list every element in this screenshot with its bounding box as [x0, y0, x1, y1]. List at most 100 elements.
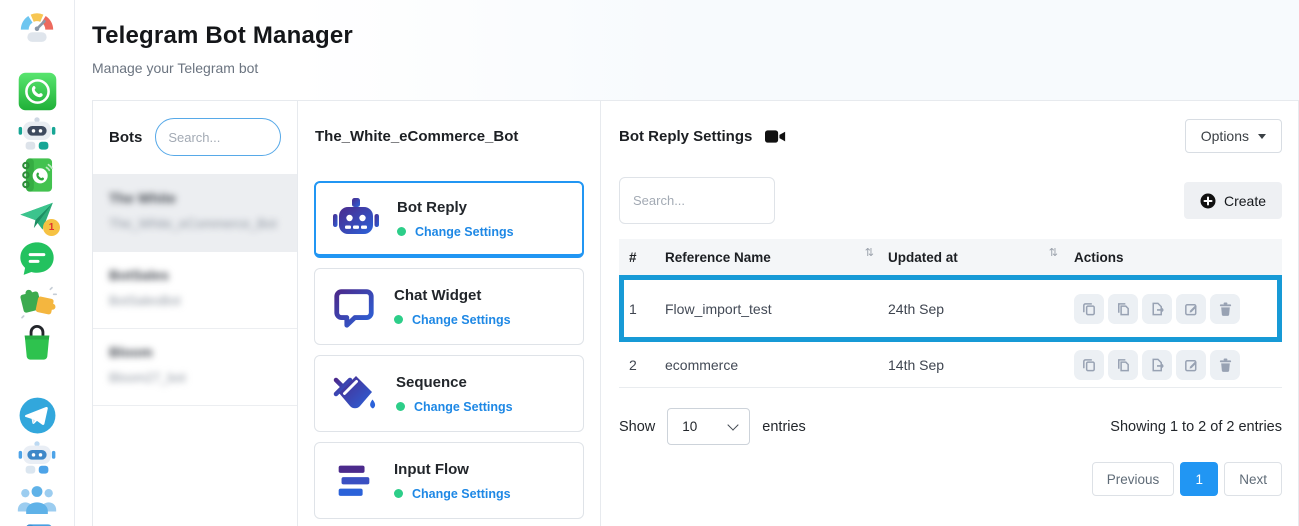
sidebar-item-team[interactable]: [15, 478, 59, 520]
bot-list-empty-area: [93, 405, 297, 526]
card-text: Input Flow Change Settings: [394, 461, 511, 501]
sidebar-item-whatsapp[interactable]: [15, 70, 59, 112]
card-input-flow[interactable]: Input Flow Change Settings: [314, 442, 584, 519]
delete-button[interactable]: [1210, 294, 1240, 324]
card-text: Bot Reply Change Settings: [397, 199, 514, 239]
bots-search-input[interactable]: [155, 118, 281, 156]
delete-button[interactable]: [1210, 350, 1240, 380]
robot-grey-icon: [16, 112, 58, 154]
chevron-down-icon: [1258, 134, 1266, 139]
previous-page-button[interactable]: Previous: [1092, 462, 1175, 496]
export-button[interactable]: [1142, 350, 1172, 380]
status-dot: [396, 402, 405, 411]
change-settings-link[interactable]: Change Settings: [412, 313, 511, 327]
updated-at: 14th Sep: [888, 357, 944, 373]
trash-icon: [1218, 357, 1233, 373]
video-camera-icon[interactable]: [765, 129, 786, 144]
copy-pages-icon: [1115, 357, 1131, 373]
table-search-input[interactable]: [619, 177, 775, 224]
bot-feature-panel: The_White_eCommerce_Bot: [298, 101, 601, 526]
sort-icon[interactable]: ⇅: [865, 246, 888, 259]
messages-icon: [17, 239, 57, 279]
bot-item-username: BotSalesBot: [109, 292, 281, 311]
sidebar-item-campaign[interactable]: 1: [15, 196, 59, 238]
sidebar-item-telegram[interactable]: [15, 394, 59, 436]
col-header-actions: Actions: [1072, 250, 1272, 265]
bot-item-title: The White: [109, 190, 281, 206]
change-settings-link[interactable]: Change Settings: [415, 225, 514, 239]
sidebar-item-phonebook-blue[interactable]: [15, 520, 59, 526]
robot-blue-icon: [16, 436, 58, 478]
table-row[interactable]: 2 ecommerce 14th Sep: [619, 342, 1282, 388]
table-row-highlighted[interactable]: 1 Flow_import_test 24th Sep: [619, 275, 1282, 342]
create-label: Create: [1224, 193, 1266, 209]
chat-widget-icon: [331, 284, 377, 330]
selected-bot-name: The_White_eCommerce_Bot: [315, 128, 584, 145]
duplicate-button[interactable]: [1074, 294, 1104, 324]
sequence-icon: [331, 370, 379, 418]
sidebar-item-integrations[interactable]: [15, 280, 59, 322]
card-label: Sequence: [396, 374, 513, 391]
page-header: Telegram Bot Manager Manage your Telegra…: [75, 0, 1299, 100]
app-window: 1: [0, 0, 1299, 526]
duplicate-button[interactable]: [1074, 350, 1104, 380]
change-settings-link[interactable]: Change Settings: [412, 487, 511, 501]
sort-icon[interactable]: ⇅: [1049, 246, 1072, 259]
card-chat-widget[interactable]: Chat Widget Change Settings: [314, 268, 584, 345]
showing-entries-text: Showing 1 to 2 of 2 entries: [1110, 419, 1282, 435]
trash-icon: [1218, 301, 1233, 317]
copy-pages-icon: [1115, 301, 1131, 317]
bot-reply-icon: [332, 195, 380, 243]
col-header-reference[interactable]: Reference Name: [665, 250, 771, 265]
settings-title: Bot Reply Settings: [619, 128, 752, 145]
col-header-num: #: [629, 250, 665, 265]
duplicate-icon: [1081, 357, 1097, 373]
card-label: Bot Reply: [397, 199, 514, 216]
row-actions: [1072, 294, 1272, 324]
export-button[interactable]: [1142, 294, 1172, 324]
page-size-select[interactable]: 10: [667, 408, 750, 445]
pagination: Previous 1 Next: [619, 462, 1282, 496]
phonebook-blue-icon: [18, 521, 56, 526]
edit-button[interactable]: [1176, 294, 1206, 324]
card-bot-reply[interactable]: Bot Reply Change Settings: [314, 181, 584, 258]
col-header-updated[interactable]: Updated at: [888, 250, 958, 265]
sidebar-item-dashboard[interactable]: [15, 6, 59, 48]
next-page-button[interactable]: Next: [1224, 462, 1282, 496]
icon-rail: 1: [0, 0, 75, 526]
bot-item-title: Bloom: [109, 344, 281, 360]
table-header-row: # Reference Name ⇅ Updated at ⇅ Actions: [619, 239, 1282, 275]
copy-button[interactable]: [1108, 350, 1138, 380]
card-sequence[interactable]: Sequence Change Settings: [314, 355, 584, 432]
page-size-select-wrap: 10: [667, 408, 750, 445]
sidebar-item-phonebook-green[interactable]: [15, 154, 59, 196]
page-subtitle: Manage your Telegram bot: [92, 60, 1299, 76]
export-icon: [1149, 357, 1165, 373]
sidebar-item-shop[interactable]: [15, 322, 59, 364]
whatsapp-icon: [17, 71, 58, 112]
panels-container: Bots The White The_White_eCommerce_Bot B…: [92, 100, 1299, 526]
sidebar-item-robot[interactable]: [15, 112, 59, 154]
bot-list-item[interactable]: Bloom Bloom27_bot: [93, 328, 297, 405]
create-button[interactable]: Create: [1184, 182, 1282, 219]
bot-item-username: Bloom27_bot: [109, 369, 281, 388]
change-settings-link[interactable]: Change Settings: [414, 400, 513, 414]
copy-button[interactable]: [1108, 294, 1138, 324]
bot-reply-settings-panel: Bot Reply Settings Options: [601, 101, 1298, 526]
edit-button[interactable]: [1176, 350, 1206, 380]
team-icon: [17, 482, 57, 516]
bot-list-item[interactable]: BotSales BotSalesBot: [93, 251, 297, 328]
options-button[interactable]: Options: [1185, 119, 1282, 153]
phonebook-green-icon: [18, 155, 56, 195]
telegram-icon: [17, 395, 58, 436]
sidebar-item-robot-blue[interactable]: [15, 436, 59, 478]
status-dot: [394, 489, 403, 498]
bots-panel-header: Bots: [93, 101, 297, 174]
sidebar-item-messages[interactable]: [15, 238, 59, 280]
entries-label: entries: [762, 419, 806, 435]
bots-panel: Bots The White The_White_eCommerce_Bot B…: [93, 101, 298, 526]
export-icon: [1149, 301, 1165, 317]
bot-list-item[interactable]: The White The_White_eCommerce_Bot: [93, 174, 297, 251]
row-actions: [1072, 350, 1272, 380]
current-page-button[interactable]: 1: [1180, 462, 1218, 496]
